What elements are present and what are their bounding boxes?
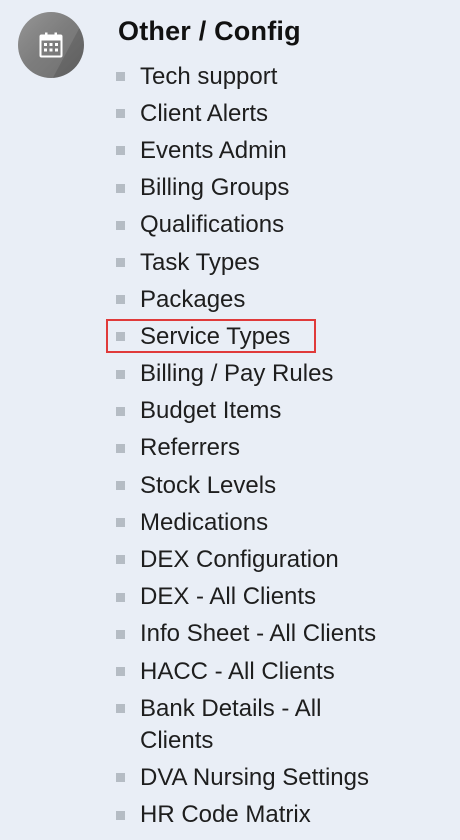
calendar-icon	[18, 12, 84, 78]
menu-item-hacc-all-clients[interactable]: HACC - All Clients	[114, 653, 454, 690]
highlight-box	[106, 319, 316, 354]
menu-item-bank-details-all-clients[interactable]: Bank Details - All Clients	[114, 690, 454, 759]
bullet-icon	[116, 220, 125, 230]
bullet-icon	[116, 109, 125, 119]
menu-item-events-admin[interactable]: Events Admin	[114, 132, 454, 169]
menu-item-client-alerts[interactable]: Client Alerts	[114, 95, 454, 132]
bullet-icon	[116, 810, 125, 820]
bullet-icon	[116, 555, 125, 565]
bullet-icon	[116, 72, 125, 81]
menu-item-tech-support[interactable]: Tech support	[114, 58, 454, 95]
menu-item-label: DVA Nursing Settings	[140, 763, 369, 791]
menu-item-label: Tech support	[140, 62, 278, 90]
menu-item-medications[interactable]: Medications	[114, 504, 454, 541]
menu-item-task-types[interactable]: Task Types	[114, 244, 454, 281]
bullet-icon	[116, 443, 125, 453]
menu-item-qualifications[interactable]: Qualifications	[114, 207, 454, 244]
menu-item-label: Referrers	[140, 434, 241, 462]
menu-item-referrers[interactable]: Referrers	[114, 430, 454, 467]
menu-item-label: Medications	[140, 508, 269, 536]
menu-item-label: Task Types	[140, 248, 260, 276]
menu-item-label: HR Code Matrix	[140, 801, 311, 829]
menu-item-packages[interactable]: Packages	[114, 281, 454, 318]
menu-item-dva-nursing-settings[interactable]: DVA Nursing Settings	[114, 759, 454, 796]
menu-item-label: Events Admin	[140, 136, 287, 164]
menu-item-label: Info Sheet - All Clients	[140, 620, 377, 648]
section-title: Other / Config	[118, 16, 301, 46]
bullet-icon	[116, 629, 125, 639]
menu-item-dex-all-clients[interactable]: DEX - All Clients	[114, 579, 454, 616]
menu-item-label: Bank Details - All Clients	[140, 694, 322, 754]
menu-item-label: Client Alerts	[140, 99, 269, 127]
bullet-icon	[116, 295, 125, 305]
bullet-icon	[116, 332, 125, 342]
menu-item-label: Billing / Pay Rules	[140, 360, 334, 388]
menu-item-info-sheet-all-clients[interactable]: Info Sheet - All Clients	[114, 616, 454, 653]
menu-item-stock-levels[interactable]: Stock Levels	[114, 467, 454, 504]
bullet-icon	[116, 257, 125, 267]
bullet-icon	[116, 146, 125, 156]
config-menu-list: Tech support Client Alerts Events Admin …	[106, 58, 454, 834]
menu-item-billing-groups[interactable]: Billing Groups	[114, 170, 454, 207]
bullet-icon	[116, 704, 125, 714]
bullet-icon	[116, 773, 125, 783]
menu-item-budget-items[interactable]: Budget Items	[114, 393, 454, 430]
menu-item-label: DEX - All Clients	[140, 583, 317, 611]
menu-item-hr-code-matrix[interactable]: HR Code Matrix	[114, 797, 454, 834]
bullet-icon	[116, 183, 125, 193]
menu-item-label: Packages	[140, 285, 246, 313]
bullet-icon	[116, 518, 125, 528]
menu-item-label: Billing Groups	[140, 174, 290, 202]
menu-item-service-types[interactable]: Service Types	[106, 318, 454, 355]
bullet-icon	[116, 406, 125, 416]
menu-item-billing-pay-rules[interactable]: Billing / Pay Rules	[114, 356, 454, 393]
menu-item-label: HACC - All Clients	[140, 657, 335, 685]
menu-item-dex-configuration[interactable]: DEX Configuration	[114, 541, 454, 578]
bullet-icon	[116, 667, 125, 676]
menu-item-label: Qualifications	[140, 211, 285, 239]
menu-item-label: DEX Configuration	[140, 546, 339, 574]
bullet-icon	[116, 592, 125, 602]
bullet-icon	[116, 481, 125, 491]
bullet-icon	[116, 369, 125, 379]
menu-item-label: Budget Items	[140, 397, 282, 425]
other-config-section: Other / Config Tech support Client Alert…	[0, 0, 460, 840]
menu-item-label: Stock Levels	[140, 471, 277, 499]
